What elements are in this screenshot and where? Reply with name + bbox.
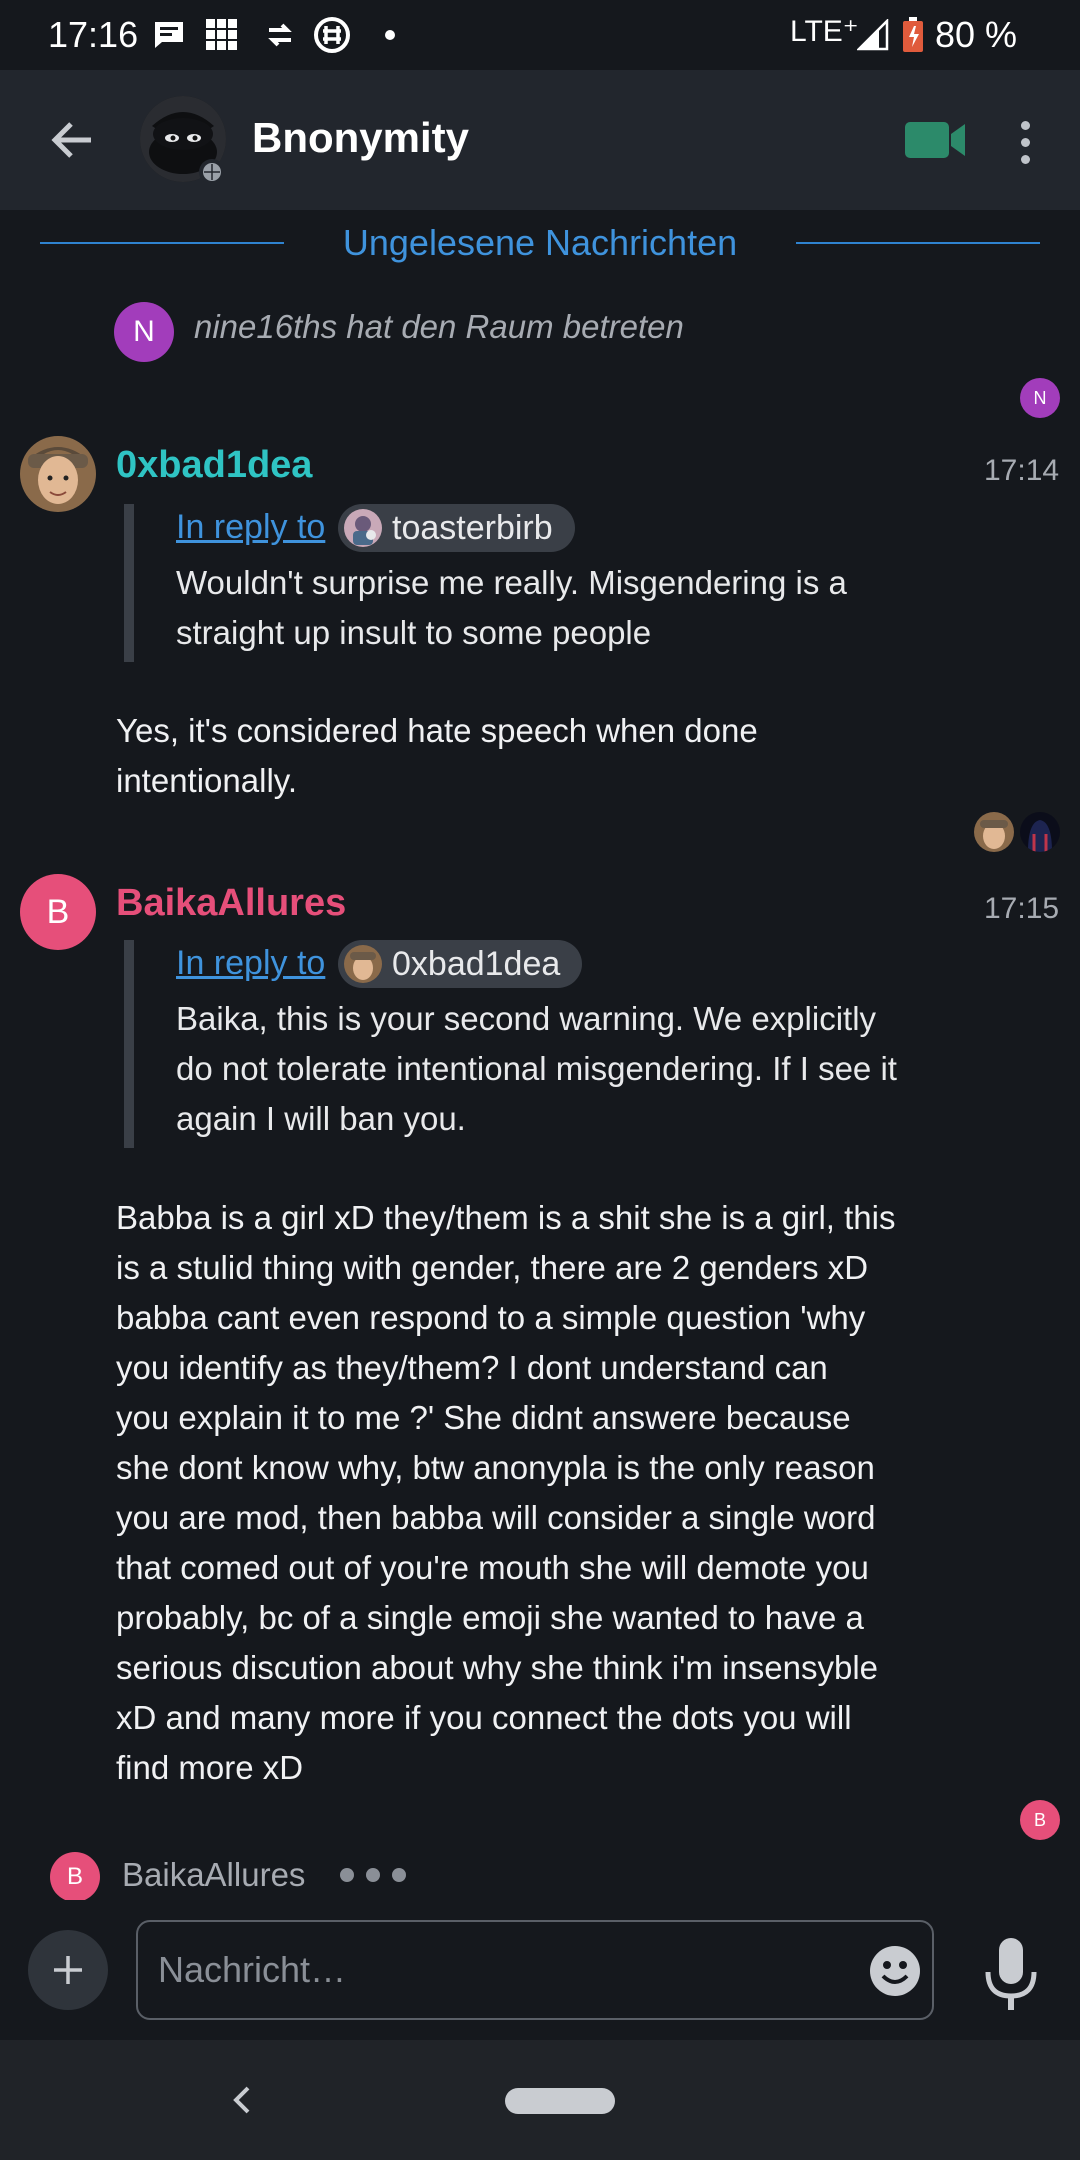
back-button[interactable] <box>36 110 106 170</box>
reply-user-pill[interactable]: toasterbirb <box>338 504 575 552</box>
sync-arrows-icon <box>262 18 298 52</box>
room-avatar[interactable] <box>140 96 226 185</box>
sender-name[interactable]: 0xbad1dea <box>116 444 312 487</box>
grid-app-icon <box>204 18 240 52</box>
message-body: Babba is a girl xD they/them is a shit s… <box>116 1199 896 1786</box>
reply-user-name: 0xbad1dea <box>392 944 561 983</box>
member-event-avatar[interactable]: N <box>114 302 174 362</box>
sender-avatar[interactable]: B <box>20 874 96 950</box>
nav-back-button[interactable] <box>222 2076 262 2124</box>
video-call-button[interactable] <box>905 118 967 162</box>
quote-bar <box>124 940 134 1148</box>
reply-user-avatar <box>344 945 382 983</box>
emoji-button[interactable] <box>868 1944 922 1998</box>
message-time: 17:15 <box>984 892 1060 925</box>
read-receipt-avatar[interactable] <box>974 812 1014 852</box>
arrow-left-icon <box>51 122 91 158</box>
signal-icon <box>856 18 890 52</box>
unread-divider-label: Ungelesene Nachrichten <box>342 222 738 263</box>
quote-bar <box>124 504 134 662</box>
status-time: 17:16 <box>48 14 139 55</box>
sender-name[interactable]: BaikaAllures <box>116 882 346 925</box>
reply-user-pill[interactable]: 0xbad1dea <box>338 940 583 988</box>
network-type: LTE⁺ <box>790 15 859 48</box>
sender-avatar[interactable] <box>20 436 96 512</box>
reply-user-name: toasterbirb <box>392 508 553 547</box>
matrix-app-icon <box>312 17 352 53</box>
typing-avatar: B <box>50 1852 100 1902</box>
room-title[interactable]: Bnonymity <box>252 114 469 162</box>
typing-dots-icon <box>340 1868 406 1882</box>
attach-button[interactable] <box>28 1930 108 2010</box>
message-input[interactable] <box>136 1920 934 2020</box>
video-camera-icon <box>905 122 965 158</box>
battery-percent: 80 % <box>935 14 1018 55</box>
reply-user-avatar <box>344 509 382 547</box>
nav-home-pill[interactable] <box>505 2088 615 2114</box>
in-reply-to-link[interactable]: In reply to <box>176 944 325 983</box>
message-notification-icon <box>150 18 188 52</box>
emoji-icon <box>870 1946 920 1996</box>
message-time: 17:14 <box>984 454 1060 487</box>
quoted-text: Baika, this is your second warning. We e… <box>176 1000 897 1137</box>
read-receipt[interactable]: B <box>1020 1800 1060 1840</box>
chevron-left-icon <box>233 2086 250 2114</box>
plus-icon <box>54 1956 82 1984</box>
message-body: Yes, it's considered hate speech when do… <box>116 712 758 799</box>
in-reply-to-link[interactable]: In reply to <box>176 508 325 547</box>
read-receipt-avatar[interactable] <box>1020 812 1060 852</box>
battery-icon <box>900 17 926 52</box>
typing-user-name: BaikaAllures <box>122 1856 306 1893</box>
notification-dot-icon <box>382 18 398 52</box>
microphone-icon <box>985 1938 1037 2010</box>
quoted-text: Wouldn't surprise me really. Misgenderin… <box>176 564 847 651</box>
read-receipt[interactable]: N <box>1020 378 1060 418</box>
more-options-button[interactable] <box>1000 114 1050 170</box>
voice-message-button[interactable] <box>976 1934 1046 2014</box>
more-vertical-icon <box>1020 120 1030 130</box>
member-event-text: nine16ths hat den Raum betreten <box>194 308 684 345</box>
